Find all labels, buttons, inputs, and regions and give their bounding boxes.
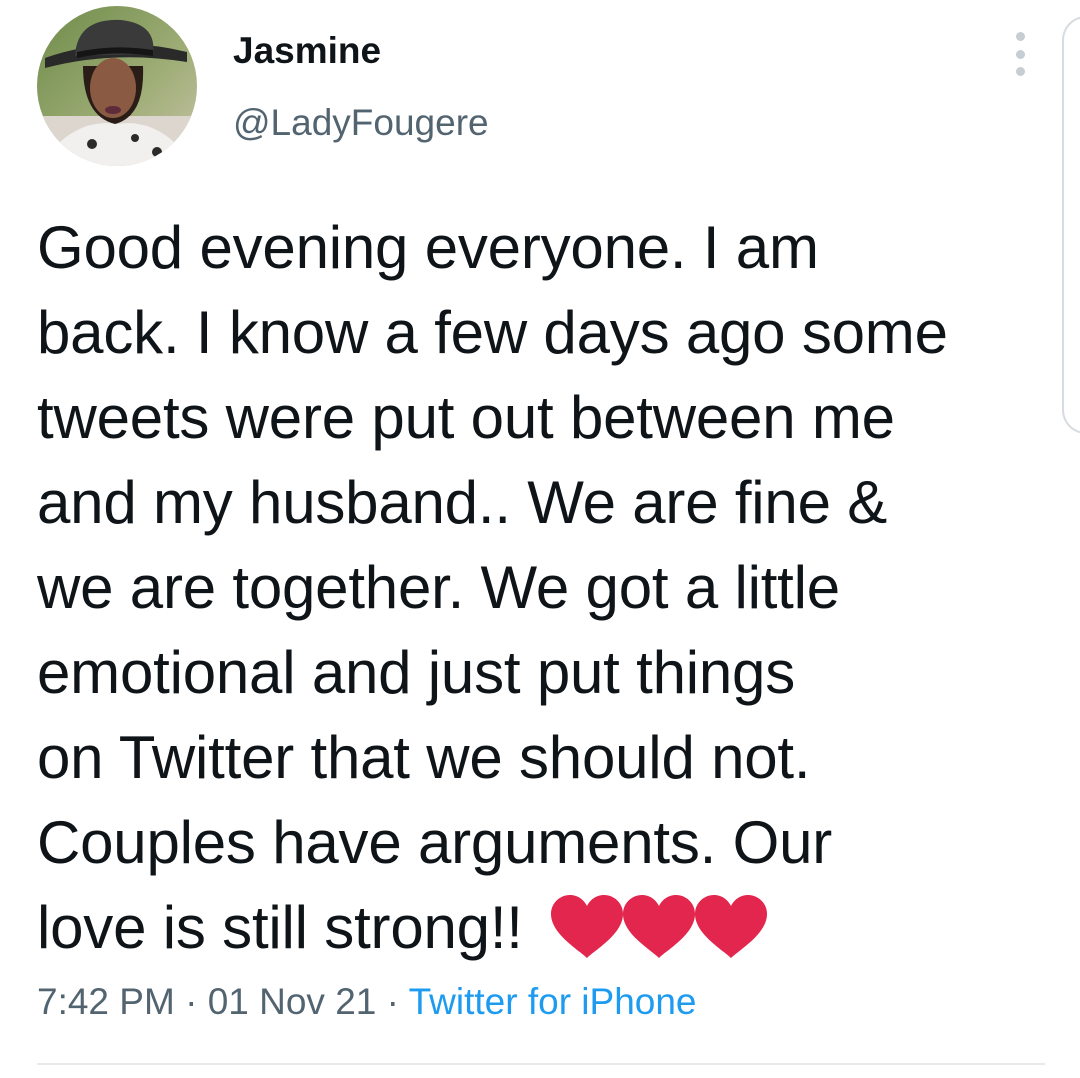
user-handle[interactable]: @LadyFougere — [233, 100, 489, 146]
tweet-time[interactable]: 7:42 PM — [37, 981, 175, 1022]
more-dot — [1015, 49, 1025, 59]
tweet-text: Good evening everyone. I am back. I know… — [37, 205, 1057, 982]
tweet-source-link[interactable]: Twitter for iPhone — [409, 981, 697, 1022]
avatar[interactable] — [37, 6, 197, 166]
tweet-line: love is still strong!! — [37, 894, 523, 961]
divider — [37, 1063, 1045, 1065]
more-dot — [1015, 32, 1025, 41]
more-options-icon[interactable] — [1005, 32, 1035, 76]
more-dot — [1015, 67, 1025, 76]
tweet-line: on Twitter that we should not. — [37, 724, 811, 791]
red-heart-icon — [549, 894, 625, 960]
meta-separator: · — [185, 981, 198, 1022]
tweet-line: Good evening everyone. I am — [37, 214, 819, 281]
card-edge — [1062, 16, 1080, 434]
hearts-emoji-group — [549, 894, 767, 982]
tweet-date[interactable]: 01 Nov 21 — [208, 981, 377, 1022]
red-heart-icon — [621, 894, 697, 960]
tweet-meta: 7:42 PM · 01 Nov 21 · Twitter for iPhone — [37, 979, 697, 1025]
display-name[interactable]: Jasmine — [233, 28, 381, 74]
tweet-line: tweets were put out between me — [37, 384, 895, 451]
tweet-line: back. I know a few days ago some — [37, 299, 948, 366]
tweet-line: Couples have arguments. Our — [37, 809, 833, 876]
tweet-line: and my husband.. We are fine & — [37, 469, 888, 536]
tweet-line: emotional and just put things — [37, 639, 796, 706]
meta-separator: · — [386, 981, 399, 1022]
red-heart-icon — [693, 894, 769, 960]
tweet-last-line: love is still strong!! — [37, 885, 1057, 982]
tweet-line: we are together. We got a little — [37, 554, 840, 621]
